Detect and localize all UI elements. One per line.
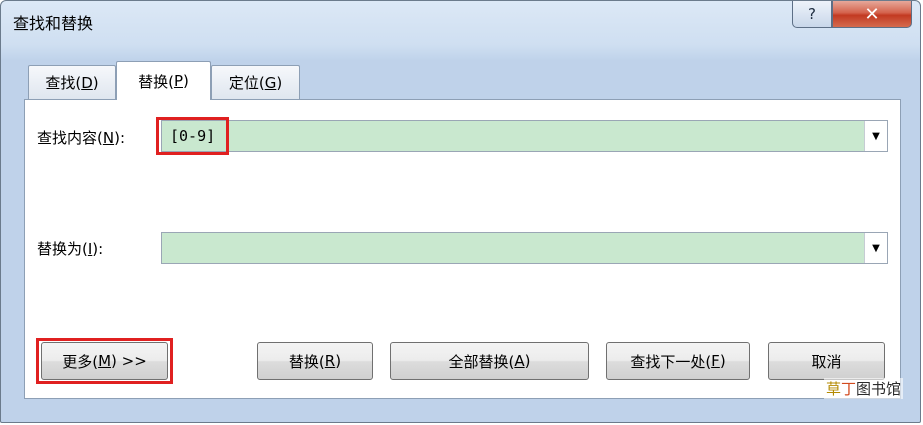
watermark: 草丁图书馆 — [824, 378, 904, 399]
help-button[interactable]: ? — [792, 1, 832, 28]
replace-input[interactable]: ▼ — [161, 232, 888, 264]
close-icon: ✕ — [864, 3, 880, 25]
replace-all-button[interactable]: 全部替换(A) — [390, 342, 589, 380]
replace-dropdown-icon[interactable]: ▼ — [864, 233, 887, 263]
find-highlight-box — [156, 117, 229, 155]
close-button[interactable]: ✕ — [832, 1, 912, 28]
find-label: 查找内容(N): — [37, 129, 125, 147]
find-next-button[interactable]: 查找下一处(F) — [606, 342, 750, 380]
help-icon: ? — [808, 5, 816, 23]
tab-find[interactable]: 查找(D) — [28, 65, 116, 99]
replace-button[interactable]: 替换(R) — [257, 342, 373, 380]
dialog-title: 查找和替换 — [13, 14, 94, 33]
find-dropdown-icon[interactable]: ▼ — [864, 121, 887, 151]
cancel-button[interactable]: 取消 — [768, 342, 885, 380]
replace-label: 替换为(I): — [37, 240, 104, 258]
tab-replace[interactable]: 替换(P) — [116, 61, 211, 100]
tab-goto[interactable]: 定位(G) — [211, 65, 300, 99]
find-input[interactable]: [0-9] ▼ — [161, 120, 888, 152]
find-replace-dialog: 查找和替换 ? ✕ 查找(D) 替换(P) 定位(G) 查找内容(N): [0-… — [0, 0, 921, 423]
more-highlight-box — [36, 338, 173, 384]
